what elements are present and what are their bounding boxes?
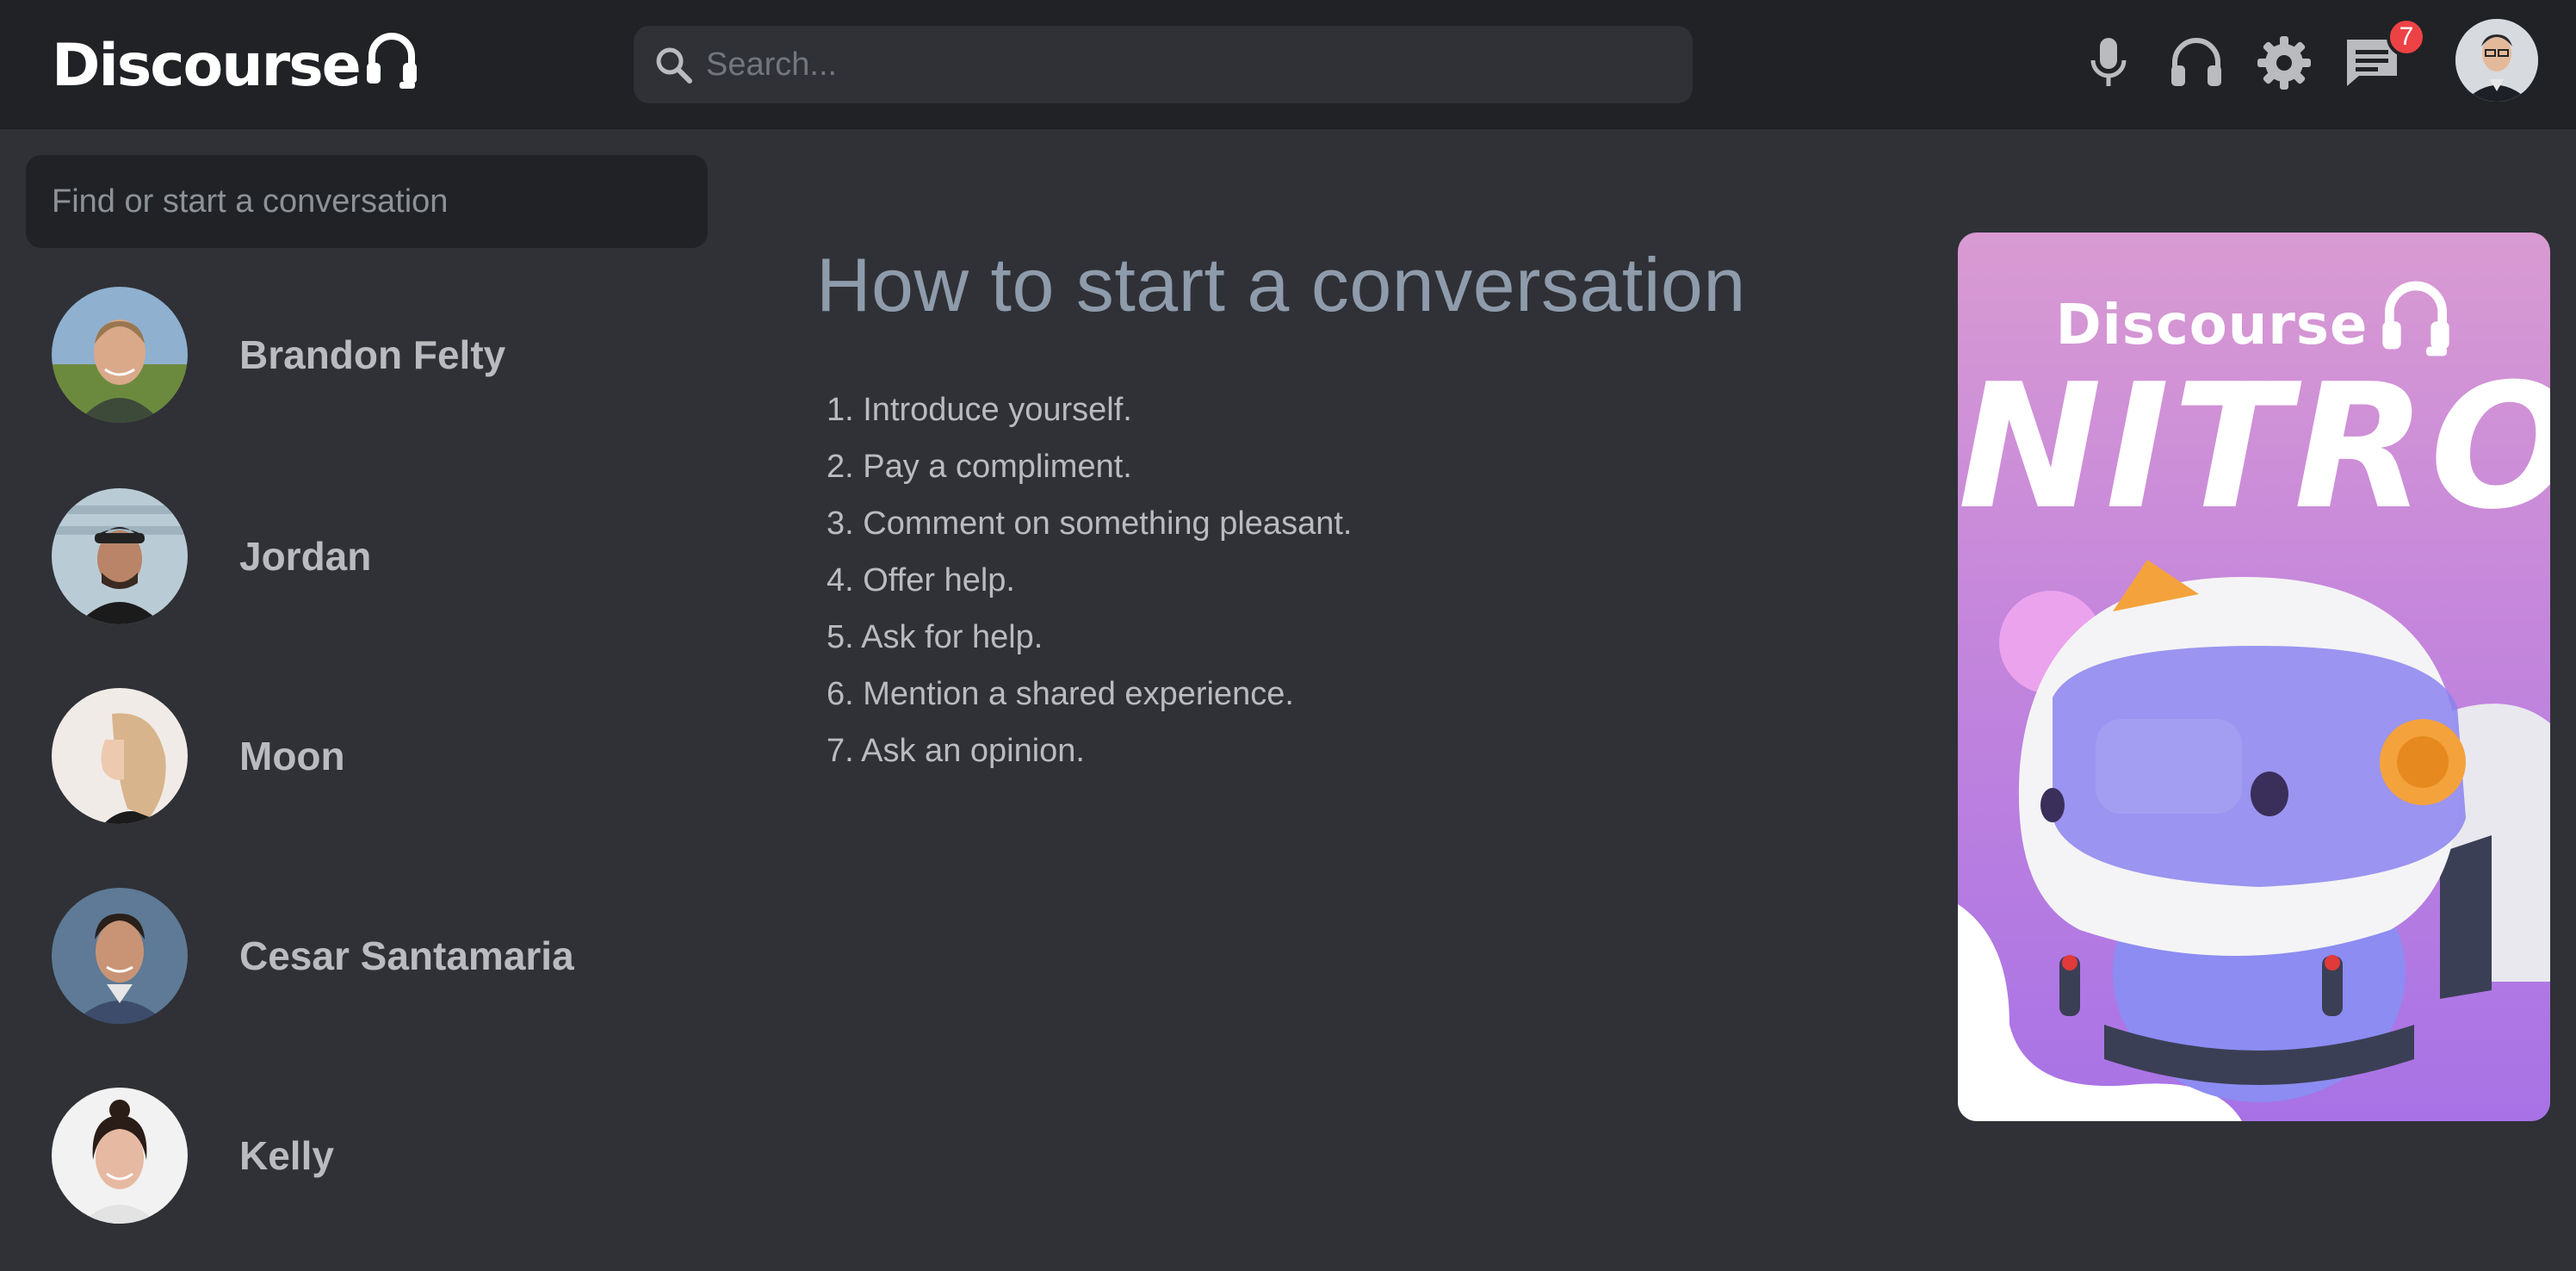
conversation-name: Moon <box>239 734 345 778</box>
microphone-button[interactable] <box>2077 31 2140 95</box>
settings-button[interactable] <box>2252 31 2316 95</box>
conversation-item[interactable]: Brandon Felty <box>26 269 708 441</box>
page-title: How to start a conversation <box>816 242 1746 327</box>
avatar <box>52 488 188 624</box>
list-item: 7. Ask an opinion. <box>827 733 1085 769</box>
list-item: 2. Pay a compliment. <box>827 449 1132 485</box>
app-logo[interactable]: Discourse <box>52 24 418 107</box>
user-avatar-image <box>2455 19 2538 102</box>
brand-name: Discourse <box>52 31 362 100</box>
conversation-item[interactable]: Cesar Santamaria <box>26 870 708 1042</box>
gear-icon <box>2257 36 2311 90</box>
nitro-promo-card[interactable]: Discourse NITRO <box>1958 232 2550 1121</box>
avatar <box>52 888 188 1024</box>
headphones-button[interactable] <box>2164 31 2228 95</box>
list-item: 1. Introduce yourself. <box>827 392 1132 428</box>
avatar <box>52 287 188 423</box>
notification-badge: 7 <box>2387 17 2426 57</box>
microphone-icon <box>2090 38 2127 86</box>
find-conversation-field[interactable] <box>26 155 708 248</box>
top-bar: Discourse Search... 7 <box>0 0 2576 129</box>
nitro-headline: NITRO <box>1958 347 2550 548</box>
headset-icon <box>2382 281 2450 356</box>
list-item: 5. Ask for help. <box>827 619 1043 655</box>
find-conversation-input[interactable] <box>52 183 689 220</box>
list-item: 6. Mention a shared experience. <box>827 676 1294 712</box>
list-item: 3. Comment on something pleasant. <box>827 505 1353 542</box>
user-avatar[interactable] <box>2455 19 2538 102</box>
global-search[interactable] <box>634 26 1693 103</box>
conversation-name: Brandon Felty <box>239 332 506 377</box>
search-input[interactable] <box>706 46 1653 84</box>
avatar <box>52 1088 188 1224</box>
conversation-name: Jordan <box>239 534 372 579</box>
conversation-item[interactable]: Moon <box>26 670 708 842</box>
conversation-item[interactable]: Jordan <box>26 470 708 642</box>
tips-list: 1. Introduce yourself. 2. Pay a complime… <box>827 386 1352 784</box>
headphones-icon <box>2171 38 2221 86</box>
conversation-item[interactable]: Kelly <box>26 1070 708 1242</box>
messages-button[interactable]: 7 <box>2340 17 2426 95</box>
headset-icon <box>366 33 417 89</box>
conversation-name: Kelly <box>239 1133 334 1178</box>
search-icon <box>656 47 692 84</box>
list-item: 4. Offer help. <box>827 562 1015 598</box>
avatar <box>52 688 188 824</box>
conversation-name: Cesar Santamaria <box>239 933 574 978</box>
